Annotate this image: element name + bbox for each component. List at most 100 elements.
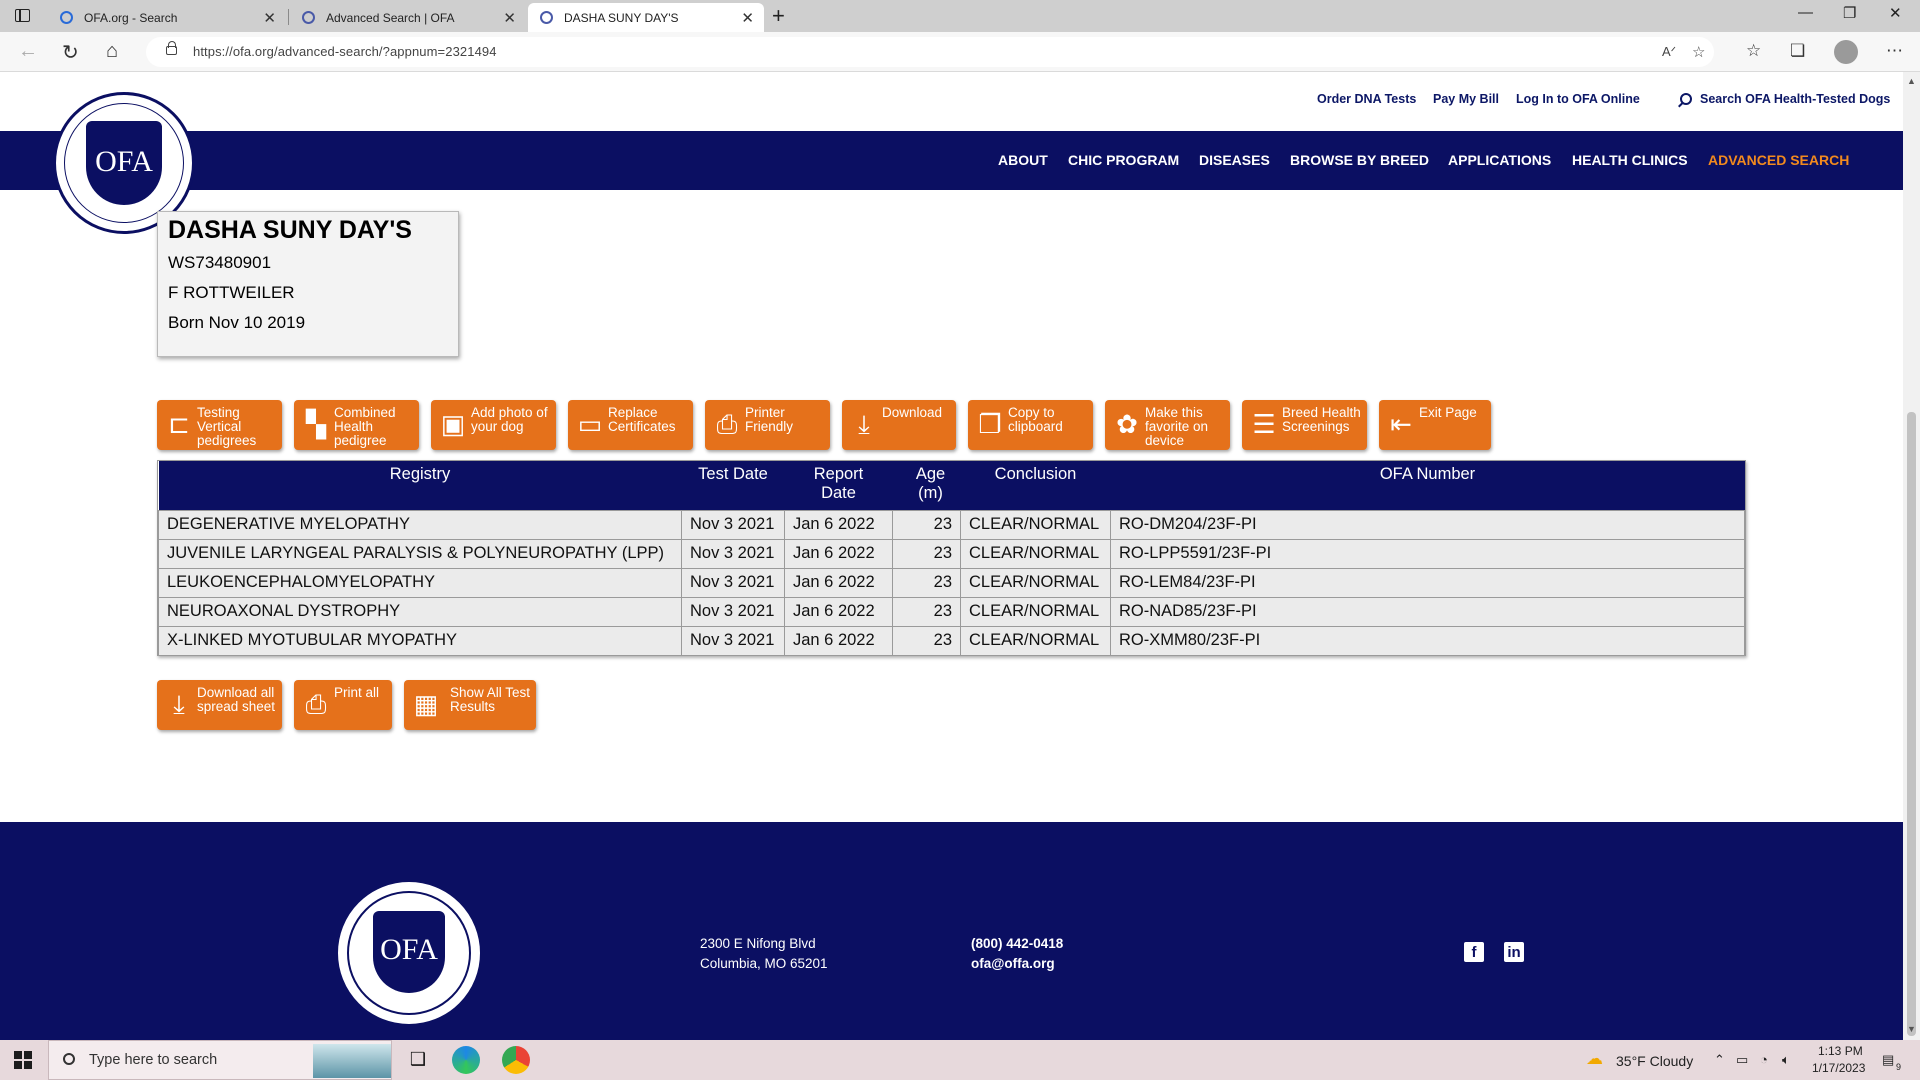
edge-app-icon[interactable]: [452, 1046, 480, 1074]
notification-icon[interactable]: ▤: [1882, 1052, 1894, 1068]
page-scrollbar[interactable]: ▲ ▼: [1903, 72, 1920, 1040]
column-header-test-date[interactable]: Test Date: [681, 461, 785, 510]
weather-icon[interactable]: ☁: [1586, 1049, 1603, 1069]
cell-report-date: Jan 6 2022: [784, 567, 893, 598]
cell-test-date: Nov 3 2021: [681, 509, 785, 540]
table-row[interactable]: JUVENILE LARYNGEAL PARALYSIS & POLYNEURO…: [158, 538, 1745, 569]
show-hidden-icons-icon[interactable]: ⌃: [1714, 1052, 1725, 1068]
windows-start-icon[interactable]: [14, 1051, 32, 1069]
tab-ofa-search[interactable]: OFA.org - Search ✕: [48, 3, 286, 32]
show-all-test-results-button[interactable]: ▦ Show All Test Results: [404, 680, 536, 730]
home-icon[interactable]: ⌂: [106, 40, 118, 63]
tab-actions-icon[interactable]: [15, 9, 30, 22]
nav-diseases[interactable]: DISEASES: [1199, 152, 1270, 168]
make-favorite-button[interactable]: ✿ Make this favorite on device: [1105, 400, 1230, 450]
close-tab-icon[interactable]: ✕: [263, 9, 276, 27]
favorites-icon[interactable]: ☆: [1746, 41, 1761, 61]
footer-ofa-logo[interactable]: OFA: [338, 882, 480, 1024]
table-row[interactable]: X-LINKED MYOTUBULAR MYOPATHY Nov 3 2021 …: [158, 625, 1745, 656]
add-photo-button[interactable]: ▣ Add photo of your dog: [431, 400, 556, 450]
button-label: Exit Page: [1419, 405, 1477, 420]
lock-icon[interactable]: [166, 41, 177, 55]
table-row[interactable]: NEUROAXONAL DYSTROPHY Nov 3 2021 Jan 6 2…: [158, 596, 1745, 627]
windows-taskbar: Type here to search ❑ ☁ 35°F Cloudy ⌃ ▭ …: [0, 1040, 1920, 1080]
dog-info-card: DASHA SUNY DAY'S WS73480901 F ROTTWEILER…: [157, 211, 459, 357]
table-row[interactable]: LEUKOENCEPHALOMYELOPATHY Nov 3 2021 Jan …: [158, 567, 1745, 598]
url-text[interactable]: https://ofa.org/advanced-search/?appnum=…: [193, 44, 497, 59]
restore-icon[interactable]: ❐: [1843, 4, 1856, 22]
combined-health-pedigree-button[interactable]: ▚ Combined Health pedigree: [294, 400, 419, 450]
order-dna-tests-link[interactable]: Order DNA Tests: [1317, 92, 1416, 106]
column-header-registry[interactable]: Registry: [158, 461, 682, 510]
pay-my-bill-link[interactable]: Pay My Bill: [1433, 92, 1499, 106]
nav-browse-by-breed[interactable]: BROWSE BY BREED: [1290, 152, 1429, 168]
paw-icon: ✿: [1116, 409, 1138, 439]
tab-advanced-search[interactable]: Advanced Search | OFA ✕: [290, 3, 526, 32]
copy-to-clipboard-button[interactable]: ❐ Copy to clipboard: [968, 400, 1093, 450]
new-tab-icon[interactable]: +: [772, 3, 785, 29]
replace-certificates-button[interactable]: ▭ Replace Certificates: [568, 400, 693, 450]
footer-email[interactable]: ofa@offa.org: [971, 954, 1055, 974]
close-tab-icon[interactable]: ✕: [503, 9, 516, 27]
collections-icon[interactable]: ❏: [1790, 41, 1805, 61]
taskbar-search-placeholder[interactable]: Type here to search: [89, 1052, 217, 1068]
vertical-pedigree-icon: ⊏: [168, 409, 190, 439]
scrollbar-thumb[interactable]: [1907, 412, 1916, 1036]
scroll-down-icon[interactable]: ▼: [1907, 1024, 1916, 1034]
scroll-up-icon[interactable]: ▲: [1907, 76, 1916, 86]
table-row[interactable]: DEGENERATIVE MYELOPATHY Nov 3 2021 Jan 6…: [158, 509, 1745, 540]
clock-date[interactable]: 1/17/2023: [1812, 1061, 1865, 1075]
testing-vertical-pedigrees-button[interactable]: ⊏ Testing Vertical pedigrees: [157, 400, 282, 450]
read-aloud-icon[interactable]: Aᐟ: [1662, 44, 1676, 60]
taskbar-search-box[interactable]: Type here to search: [48, 1040, 392, 1080]
utility-nav: Order DNA Tests Pay My Bill Log In to OF…: [1300, 92, 1890, 112]
nav-health-clinics[interactable]: HEALTH CLINICS: [1572, 152, 1688, 168]
profile-avatar-icon[interactable]: [1834, 40, 1858, 64]
button-label: Print all: [334, 685, 380, 700]
breed-health-screenings-button[interactable]: ☰ Breed Health Screenings: [1242, 400, 1367, 450]
cell-report-date: Jan 6 2022: [784, 596, 893, 627]
nav-about[interactable]: ABOUT: [998, 152, 1048, 168]
dog-birth-date: Born Nov 10 2019: [168, 313, 306, 332]
clock-time[interactable]: 1:13 PM: [1818, 1044, 1863, 1058]
favorite-star-icon[interactable]: ☆: [1692, 43, 1705, 61]
facebook-icon[interactable]: f: [1464, 942, 1484, 962]
nav-advanced-search[interactable]: ADVANCED SEARCH: [1708, 152, 1849, 168]
print-all-button[interactable]: ⎙ Print all: [294, 680, 392, 730]
address-bar[interactable]: https://ofa.org/advanced-search/?appnum=…: [146, 37, 1714, 67]
more-menu-icon[interactable]: ⋯: [1886, 41, 1903, 61]
nav-applications[interactable]: APPLICATIONS: [1448, 152, 1551, 168]
battery-icon[interactable]: ▭: [1736, 1052, 1748, 1068]
download-button[interactable]: ⤓ Download: [842, 400, 956, 450]
cell-conclusion: CLEAR/NORMAL: [960, 538, 1111, 569]
printer-friendly-button[interactable]: ⎙ Printer Friendly: [705, 400, 830, 450]
nav-chic-program[interactable]: CHIC PROGRAM: [1068, 152, 1179, 168]
cell-registry: JUVENILE LARYNGEAL PARALYSIS & POLYNEURO…: [158, 538, 682, 569]
refresh-icon[interactable]: ↻: [62, 40, 79, 65]
close-window-icon[interactable]: ✕: [1889, 4, 1902, 22]
column-header-report-date[interactable]: Report Date: [784, 461, 893, 510]
download-all-spreadsheet-button[interactable]: ⤓ Download all spread sheet: [157, 680, 282, 730]
search-health-tested-link[interactable]: Search OFA Health-Tested Dogs: [1700, 92, 1890, 106]
wifi-icon[interactable]: ◔: [1760, 1052, 1768, 1067]
login-link[interactable]: Log In to OFA Online: [1516, 92, 1640, 106]
task-view-icon[interactable]: ❑: [404, 1049, 432, 1077]
search-icon[interactable]: [1680, 93, 1692, 105]
dog-sex-breed: F ROTTWEILER: [168, 283, 295, 302]
footer-phone[interactable]: (800) 442-0418: [971, 934, 1063, 954]
weather-text[interactable]: 35°F Cloudy: [1616, 1053, 1693, 1069]
cell-registry: NEUROAXONAL DYSTROPHY: [158, 596, 682, 627]
exit-page-button[interactable]: ⇤ Exit Page: [1379, 400, 1491, 450]
minimize-icon[interactable]: —: [1798, 4, 1813, 21]
tab-dasha-suny-days[interactable]: DASHA SUNY DAY'S ✕: [528, 3, 764, 32]
column-header-conclusion[interactable]: Conclusion: [960, 461, 1111, 510]
close-tab-icon[interactable]: ✕: [741, 9, 754, 27]
column-header-ofa-number[interactable]: OFA Number: [1110, 461, 1745, 510]
volume-icon[interactable]: 🔈︎: [1782, 1052, 1790, 1068]
linkedin-icon[interactable]: in: [1504, 942, 1524, 962]
back-icon[interactable]: ←: [18, 40, 38, 63]
column-header-age[interactable]: Age (m): [892, 461, 961, 510]
chrome-app-icon[interactable]: [502, 1046, 530, 1074]
printer-icon: ⎙: [305, 689, 327, 719]
button-label: Download all spread sheet: [197, 685, 276, 714]
